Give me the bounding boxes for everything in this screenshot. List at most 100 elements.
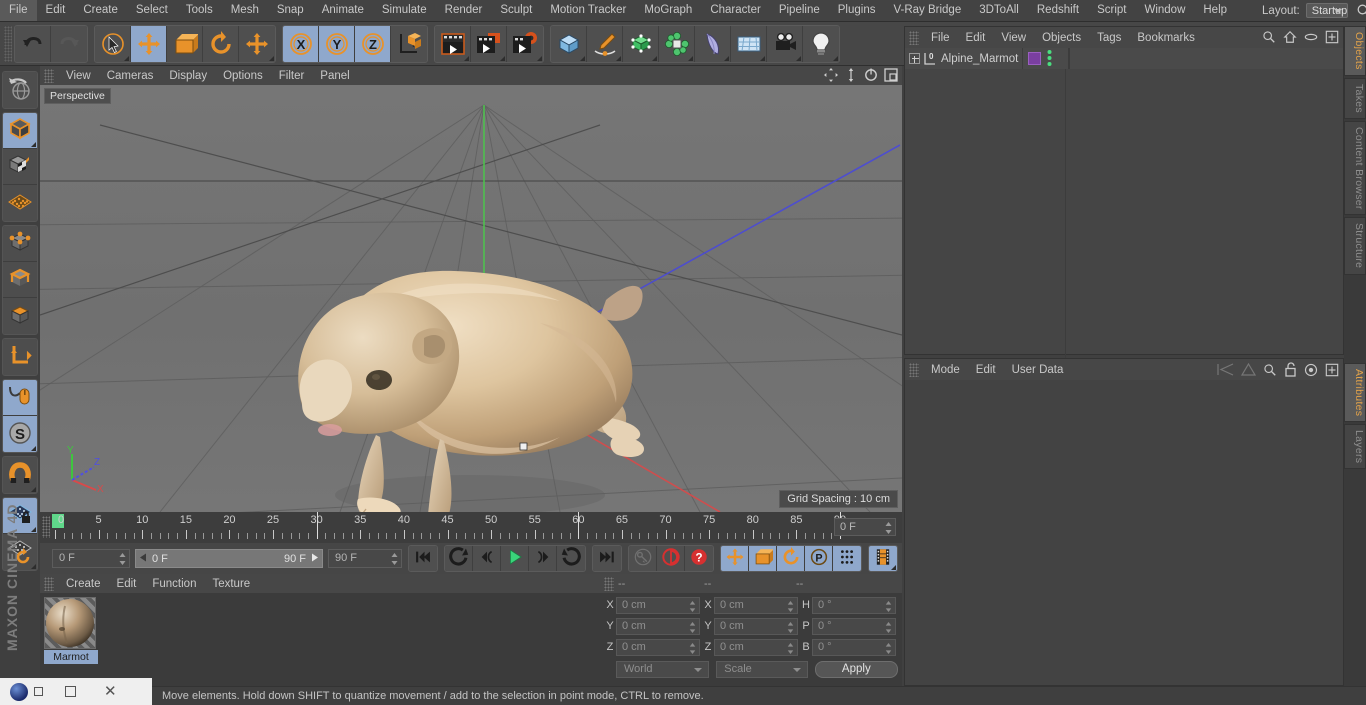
lock-y-button[interactable]: Y <box>319 25 355 62</box>
menu-snap[interactable]: Snap <box>268 0 313 21</box>
material-menu-create[interactable]: Create <box>58 575 109 593</box>
menu-help[interactable]: Help <box>1194 0 1236 21</box>
attribute-manager-menu-mode[interactable]: Mode <box>923 361 968 379</box>
undo-view-button[interactable] <box>3 72 37 108</box>
make-editable-button[interactable] <box>3 113 37 149</box>
search-icon[interactable] <box>1262 30 1276 47</box>
dolly-view-icon[interactable] <box>844 68 858 85</box>
redo-button[interactable] <box>51 25 87 62</box>
lock-z-button[interactable]: Z <box>355 25 391 62</box>
rotate-tool-button[interactable] <box>203 25 239 62</box>
coord-input-size[interactable]: 0 cm <box>714 638 798 656</box>
camera-button[interactable] <box>767 25 803 62</box>
render-region-button[interactable] <box>471 25 507 62</box>
autokey-button[interactable] <box>629 546 657 571</box>
unlock-icon[interactable] <box>1284 362 1297 380</box>
viewport-solo-button[interactable] <box>3 380 37 416</box>
viewport-menu-filter[interactable]: Filter <box>271 67 313 85</box>
coord-input-rotation[interactable]: 0 ° <box>812 617 896 635</box>
menu-v-ray-bridge[interactable]: V-Ray Bridge <box>884 0 970 21</box>
spinner-icon[interactable] <box>885 600 892 612</box>
rotate-view-icon[interactable] <box>864 68 878 85</box>
layout-dropdown[interactable]: Startup <box>1305 3 1349 18</box>
object-name-cell[interactable]: 0 Alpine_Marmot <box>905 48 1023 69</box>
toolbar-grip[interactable] <box>4 25 12 62</box>
deformer-button[interactable] <box>659 25 695 62</box>
spinner-icon[interactable] <box>689 642 696 654</box>
ellipse-icon[interactable] <box>1304 30 1318 47</box>
plus-box-icon[interactable] <box>1325 363 1339 380</box>
pan-view-icon[interactable] <box>824 68 838 85</box>
vertical-tab-takes[interactable]: Takes <box>1344 77 1366 119</box>
material-manager-grip[interactable] <box>44 576 54 591</box>
spline-pen-button[interactable] <box>587 25 623 62</box>
viewport-menu-options[interactable]: Options <box>215 67 271 85</box>
spinner-icon[interactable] <box>787 642 794 654</box>
spinner-icon[interactable] <box>119 553 126 565</box>
menu-plugins[interactable]: Plugins <box>829 0 885 21</box>
points-mode-button[interactable] <box>3 226 37 262</box>
attribute-manager-grip[interactable] <box>909 362 919 377</box>
magnet-button[interactable] <box>3 457 37 493</box>
menu-animate[interactable]: Animate <box>313 0 373 21</box>
maximize-view-icon[interactable] <box>884 68 898 85</box>
menu-simulate[interactable]: Simulate <box>373 0 436 21</box>
material-list[interactable]: Marmot <box>40 593 600 686</box>
menu-character[interactable]: Character <box>701 0 770 21</box>
coord-input-position[interactable]: 0 cm <box>616 596 700 614</box>
object-manager-menu-bookmarks[interactable]: Bookmarks <box>1129 29 1203 47</box>
vertical-tab-attributes[interactable]: Attributes <box>1344 362 1366 423</box>
spinner-icon[interactable] <box>689 621 696 633</box>
render-settings-button[interactable] <box>507 25 543 62</box>
next-keyframe-button[interactable] <box>557 546 585 571</box>
go-to-end-button[interactable] <box>593 546 621 571</box>
apply-button[interactable]: Apply <box>814 660 898 678</box>
vertical-tab-content-browser[interactable]: Content Browser <box>1344 120 1366 216</box>
record-rotation-button[interactable] <box>777 546 805 571</box>
menu-pipeline[interactable]: Pipeline <box>770 0 829 21</box>
menu-edit[interactable]: Edit <box>37 0 75 21</box>
move-free-button[interactable] <box>239 25 275 62</box>
previous-keyframe-button[interactable] <box>445 546 473 571</box>
object-manager-grip[interactable] <box>909 30 919 45</box>
edges-mode-button[interactable] <box>3 262 37 298</box>
menu-mesh[interactable]: Mesh <box>222 0 268 21</box>
play-button[interactable] <box>501 546 529 571</box>
coord-input-rotation[interactable]: 0 ° <box>812 638 896 656</box>
coord-input-size[interactable]: 0 cm <box>714 596 798 614</box>
transform-mode-dropdown[interactable]: Scale <box>716 660 808 678</box>
current-frame-field[interactable]: 0 F <box>52 549 130 568</box>
coord-input-position[interactable]: 0 cm <box>616 638 700 656</box>
range-right-arrow-icon[interactable] <box>310 553 319 565</box>
record-active-objects-button[interactable] <box>657 546 685 571</box>
object-manager-menu-view[interactable]: View <box>993 29 1034 47</box>
spinner-icon[interactable] <box>689 600 696 612</box>
record-parameter-button[interactable]: P <box>805 546 833 571</box>
playback-range-slider[interactable]: 0 F 90 F <box>135 549 323 568</box>
home-icon[interactable] <box>1283 30 1297 47</box>
keyframe-help-button[interactable]: ? <box>685 546 713 571</box>
move-tool-button[interactable] <box>131 25 167 62</box>
menu-file[interactable]: File <box>0 0 37 21</box>
coord-input-rotation[interactable]: 0 ° <box>812 596 896 614</box>
timeline-mode-button[interactable] <box>869 546 897 571</box>
material-menu-texture[interactable]: Texture <box>204 575 258 593</box>
visibility-dots-icon[interactable] <box>1046 49 1053 69</box>
minimize-icon[interactable] <box>65 686 76 697</box>
record-scale-button[interactable] <box>749 546 777 571</box>
menu-motion-tracker[interactable]: Motion Tracker <box>541 0 635 21</box>
viewport-menu-cameras[interactable]: Cameras <box>99 67 162 85</box>
material-tag-icon[interactable] <box>1028 52 1041 65</box>
viewport-menu-view[interactable]: View <box>58 67 99 85</box>
soft-selection-button[interactable]: S <box>3 416 37 452</box>
search-icon[interactable] <box>1356 3 1366 19</box>
menu-redshift[interactable]: Redshift <box>1028 0 1088 21</box>
material-item[interactable]: Marmot <box>44 597 98 664</box>
light-button[interactable] <box>803 25 839 62</box>
end-frame-field[interactable]: 90 F <box>328 549 402 568</box>
spinner-icon[interactable] <box>885 642 892 654</box>
timeline-frame-field[interactable]: 0 F <box>834 518 896 536</box>
object-row[interactable]: 0 Alpine_Marmot <box>905 48 1343 69</box>
next-nav-icon[interactable] <box>1240 362 1257 379</box>
object-manager-menu-objects[interactable]: Objects <box>1034 29 1089 47</box>
